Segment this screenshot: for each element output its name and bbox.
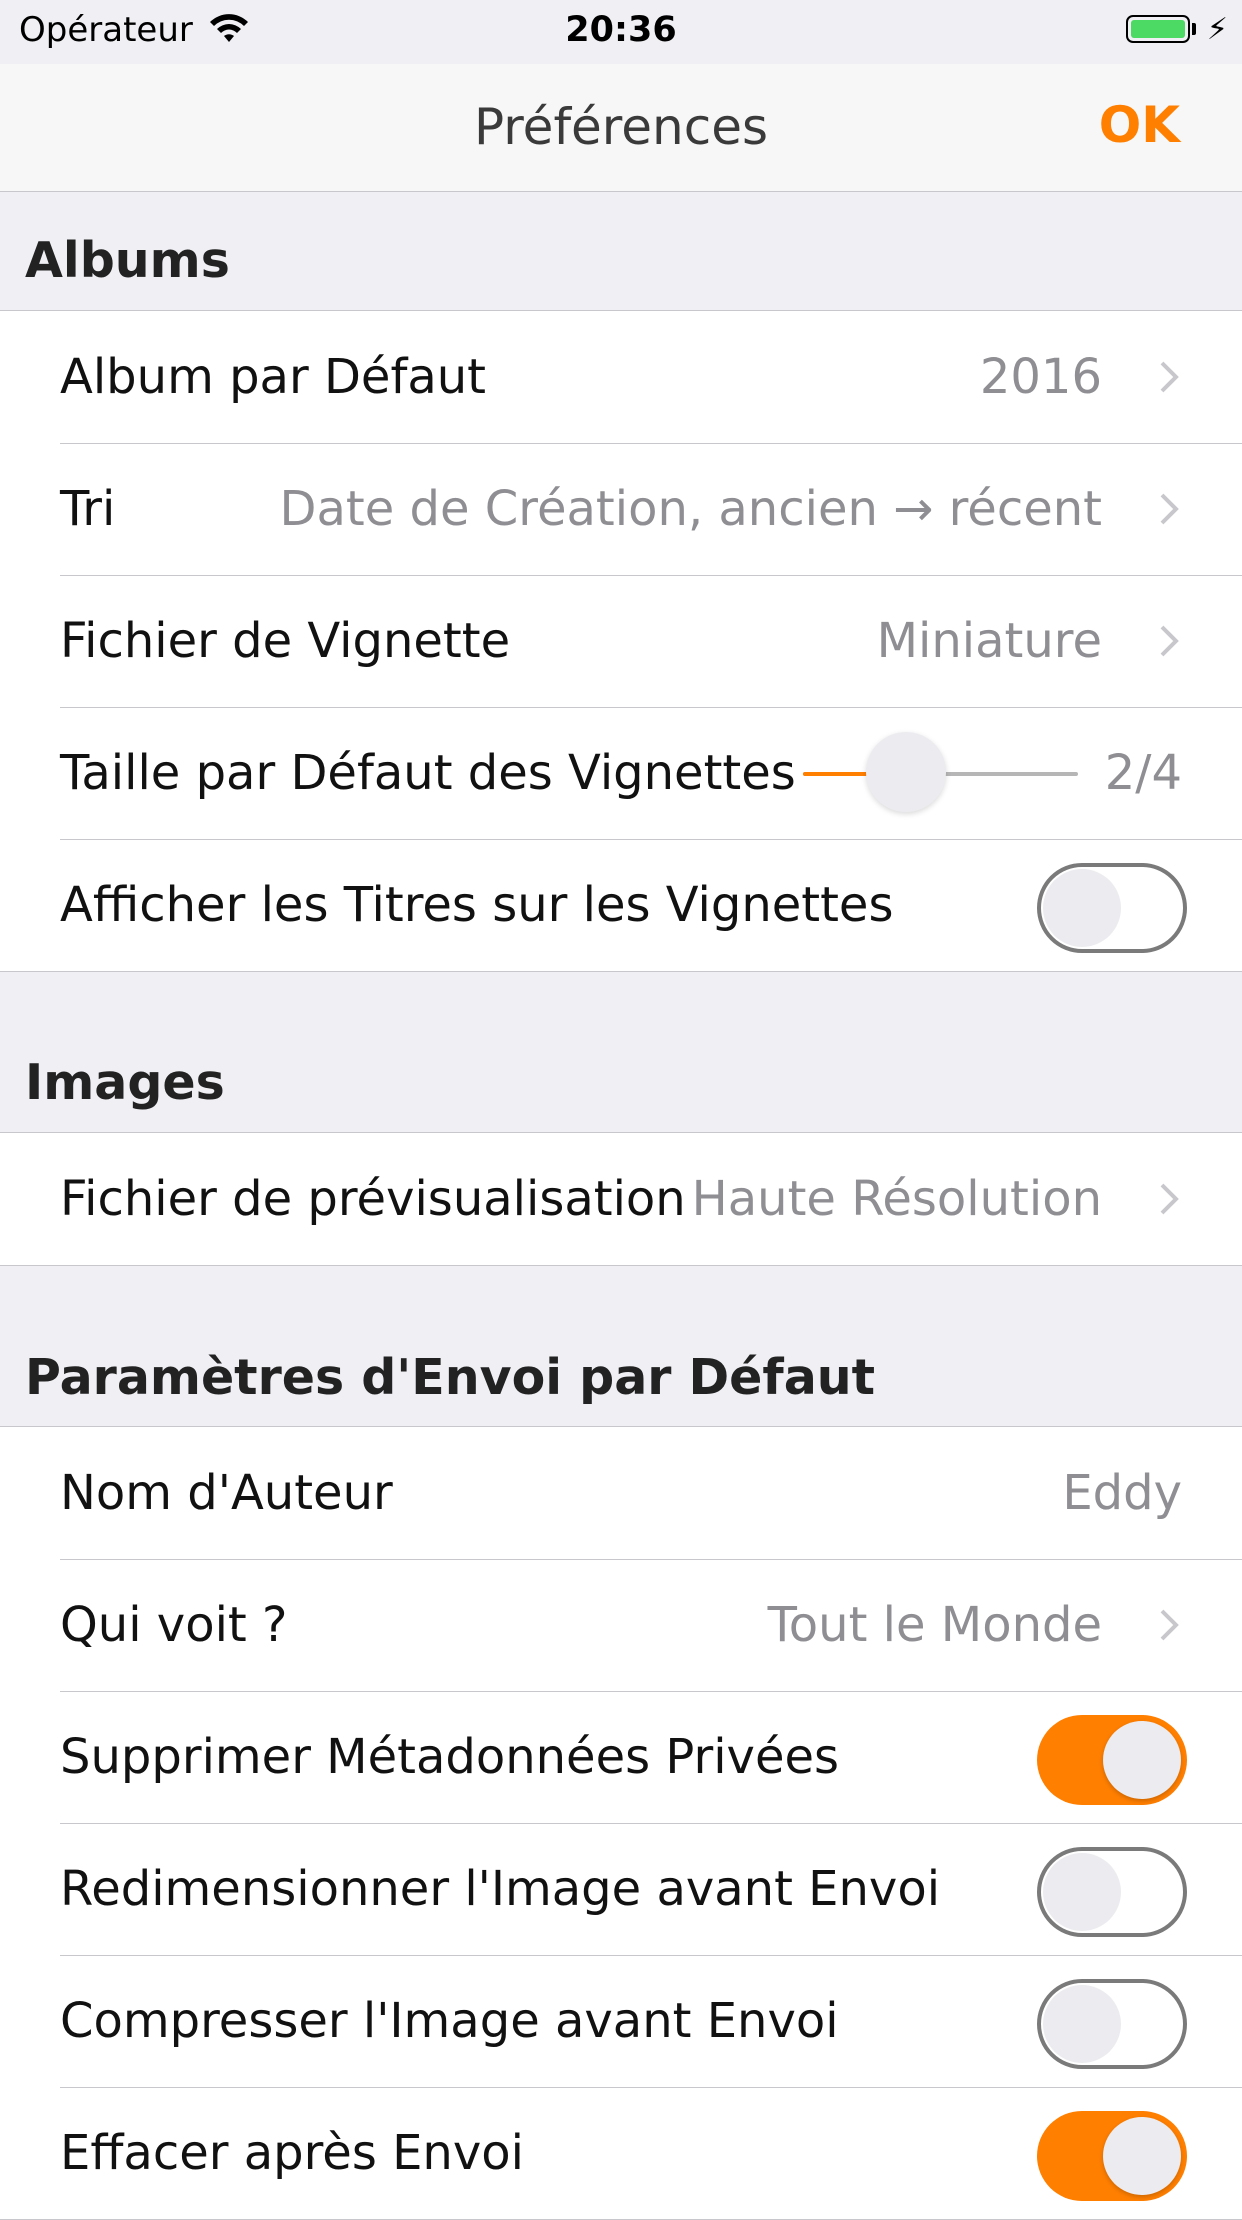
battery-tip [1192, 23, 1196, 35]
chevron-right-icon [1160, 361, 1179, 393]
navigation-bar: Préférences OK [0, 64, 1242, 192]
chevron-right-icon [1160, 493, 1179, 525]
chevron-right-icon [1160, 625, 1179, 657]
status-time: 20:36 [565, 10, 677, 50]
thumbnail-size-value: 2/4 [1104, 745, 1182, 801]
sort-value: Date de Création, ancien → récent [279, 481, 1102, 537]
battery-icon [1126, 15, 1190, 43]
thumbnail-size-row: Taille par Défaut des Vignettes 2/4 [0, 707, 1242, 839]
preview-file-label: Fichier de prévisualisation [60, 1171, 686, 1227]
chevron-right-icon [1160, 1609, 1179, 1641]
default-album-label: Album par Défaut [60, 349, 486, 405]
delete-after-toggle[interactable] [1037, 2111, 1187, 2201]
charging-bolt-icon: ⚡ [1206, 12, 1228, 47]
thumbnail-file-row[interactable]: Fichier de Vignette Miniature [0, 575, 1242, 707]
chevron-right-icon [1160, 1183, 1179, 1215]
preview-file-value: Haute Résolution [691, 1171, 1102, 1227]
compress-row: Compresser l'Image avant Envoi [0, 1955, 1242, 2087]
status-bar: Opérateur 20:36 ⚡ [0, 0, 1242, 64]
upload-group: Nom d'Auteur Eddy Qui voit ? Tout le Mon… [0, 1426, 1242, 2220]
author-value[interactable]: Eddy [1062, 1427, 1182, 1559]
show-titles-row: Afficher les Titres sur les Vignettes [0, 839, 1242, 971]
resize-label: Redimensionner l'Image avant Envoi [60, 1861, 941, 1917]
show-titles-label: Afficher les Titres sur les Vignettes [60, 877, 894, 933]
strip-metadata-toggle[interactable] [1037, 1715, 1187, 1805]
section-header-albums: Albums [25, 232, 230, 289]
who-sees-row[interactable]: Qui voit ? Tout le Monde [0, 1559, 1242, 1691]
who-sees-label: Qui voit ? [60, 1597, 288, 1653]
strip-metadata-row: Supprimer Métadonnées Privées [0, 1691, 1242, 1823]
sort-label: Tri [60, 481, 116, 537]
images-group: Fichier de prévisualisation Haute Résolu… [0, 1132, 1242, 1266]
sort-row[interactable]: Tri Date de Création, ancien → récent [0, 443, 1242, 575]
slider-knob[interactable] [866, 732, 946, 812]
albums-group: Album par Défaut 2016 Tri Date de Créati… [0, 310, 1242, 972]
ok-button[interactable]: OK [1099, 96, 1180, 154]
strip-metadata-label: Supprimer Métadonnées Privées [60, 1729, 840, 1785]
author-label: Nom d'Auteur [60, 1465, 393, 1521]
section-header-images: Images [25, 1054, 225, 1111]
thumbnail-file-label: Fichier de Vignette [60, 613, 511, 669]
delete-after-row: Effacer après Envoi [0, 2087, 1242, 2219]
page-title: Préférences [473, 98, 769, 156]
preview-file-row[interactable]: Fichier de prévisualisation Haute Résolu… [0, 1133, 1242, 1265]
slider-fill [803, 772, 873, 776]
delete-after-label: Effacer après Envoi [60, 2125, 524, 2181]
thumbnail-file-value: Miniature [876, 613, 1102, 669]
resize-toggle[interactable] [1037, 1847, 1187, 1937]
thumbnail-size-label: Taille par Défaut des Vignettes [60, 745, 796, 801]
show-titles-toggle[interactable] [1037, 863, 1187, 953]
default-album-row[interactable]: Album par Défaut 2016 [0, 311, 1242, 443]
author-row[interactable]: Nom d'Auteur Eddy [0, 1427, 1242, 1559]
who-sees-value: Tout le Monde [767, 1597, 1102, 1653]
compress-toggle[interactable] [1037, 1979, 1187, 2069]
default-album-value: 2016 [979, 349, 1102, 405]
section-header-upload: Paramètres d'Envoi par Défaut [25, 1349, 876, 1406]
resize-row: Redimensionner l'Image avant Envoi [0, 1823, 1242, 1955]
compress-label: Compresser l'Image avant Envoi [60, 1993, 839, 2049]
